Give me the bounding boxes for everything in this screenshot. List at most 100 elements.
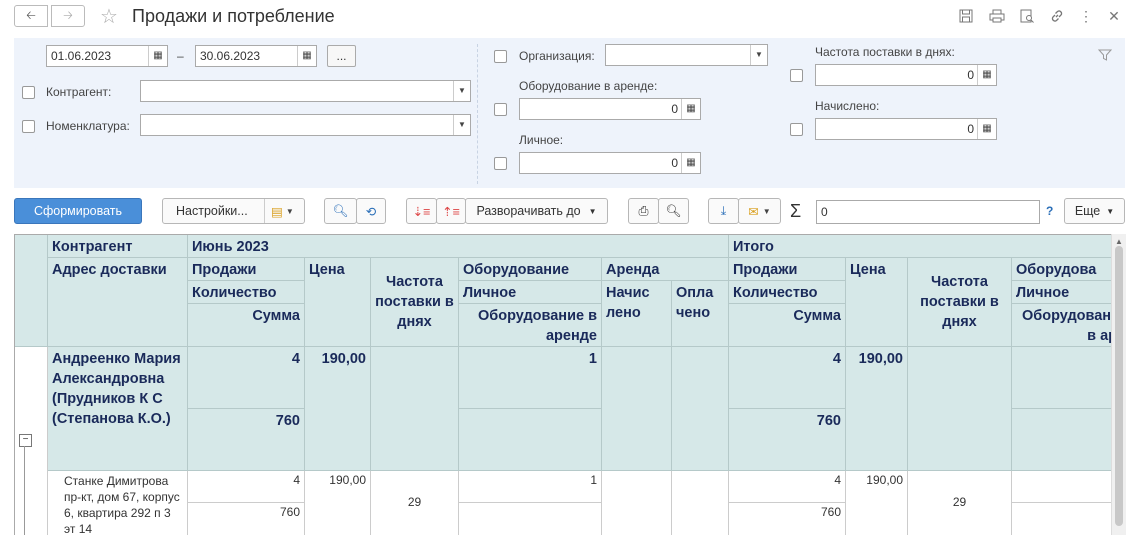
favorite-star-icon[interactable]: ☆ — [100, 4, 118, 29]
group-itogo-price: 190,00 — [846, 347, 908, 471]
group-chastota — [371, 347, 459, 471]
chevron-down-icon[interactable]: ▼ — [453, 81, 470, 101]
col-lichnoe: Личное — [459, 281, 602, 304]
row-itogo-qty: 4 — [729, 471, 846, 503]
vertical-scrollbar[interactable]: ▲ — [1111, 234, 1126, 535]
col-itogo-kolichestvo: Количество — [729, 281, 846, 304]
chastota-input[interactable]: 0 ▦ — [815, 64, 997, 86]
calendar-icon[interactable]: ▦ — [297, 46, 316, 66]
print-icon: ⎙ — [638, 203, 649, 218]
nomenklatura-input[interactable]: ▼ — [140, 114, 471, 136]
expand-to-label: Разворачивать до — [476, 204, 581, 218]
report-table[interactable]: Контрагент Адрес доставки Июнь 2023 Прод… — [14, 234, 1111, 535]
row-itogo-sum: 760 — [729, 503, 846, 535]
generate-button[interactable]: Сформировать — [14, 198, 142, 224]
group-itogo-oborud — [1012, 347, 1111, 409]
group-itogo-oborud-arenda — [1012, 409, 1111, 471]
variants-icon[interactable]: ▤ ▼ — [264, 199, 294, 223]
back-button[interactable]: 🡠 — [14, 5, 48, 27]
group-itogo-sum: 760 — [729, 409, 846, 471]
sort-asc-button[interactable]: ⇡≡ — [436, 198, 466, 224]
row-qty: 4 — [188, 471, 305, 503]
group-oborud: 1 — [459, 347, 602, 409]
col-itogo-prodazhi: Продажи — [729, 258, 846, 281]
preview-icon: 🔍︎ — [665, 203, 682, 218]
sort-desc-button[interactable]: ⇣≡ — [406, 198, 437, 224]
group-sum: 760 — [188, 409, 305, 471]
col-tsena: Цена — [305, 258, 371, 347]
calculator-icon[interactable]: ▦ — [977, 65, 996, 85]
col-itogo-oborudova: Оборудова — [1012, 258, 1111, 281]
col-nachisleno: Начис лено — [602, 281, 672, 347]
preview-icon[interactable] — [1019, 8, 1035, 24]
nomenklatura-checkbox[interactable] — [22, 120, 35, 133]
filter-icon[interactable] — [1097, 48, 1113, 65]
search-icon: 🔍︎ — [332, 203, 349, 218]
calculator-icon[interactable]: ▦ — [681, 99, 700, 119]
group-oborud-arenda — [459, 409, 602, 471]
link-icon[interactable] — [1049, 8, 1065, 24]
more-button[interactable]: Еще ▼ — [1064, 198, 1125, 224]
row-itogo-price: 190,00 — [846, 471, 908, 535]
col-june: Июнь 2023 — [188, 235, 729, 258]
email-button[interactable]: ✉ ▼ — [738, 198, 781, 224]
col-prodazhi: Продажи — [188, 258, 305, 281]
close-icon[interactable]: ✕ — [1106, 8, 1122, 24]
kontragent-input[interactable]: ▼ — [140, 80, 471, 102]
kontragent-checkbox[interactable] — [22, 86, 35, 99]
date-from-input[interactable]: 01.06.2023 ▦ — [46, 45, 168, 67]
search-refresh-button[interactable]: ⟲ — [356, 198, 386, 224]
date-separator: – — [177, 49, 184, 63]
print-button[interactable]: ⎙ — [628, 198, 659, 224]
row-address: Станке Димитрова пр-кт, дом 67, корпус 6… — [48, 471, 188, 535]
nachisleno-input[interactable]: 0 ▦ — [815, 118, 997, 140]
collapse-toggle-icon[interactable]: − — [19, 434, 32, 447]
col-itogo: Итого — [729, 235, 1111, 258]
calculator-icon[interactable]: ▦ — [977, 119, 996, 139]
date-to-input[interactable]: 30.06.2023 ▦ — [195, 45, 317, 67]
sort-asc-icon: ⇡≡ — [442, 204, 460, 219]
chevron-down-icon[interactable]: ▼ — [750, 45, 767, 65]
sum-field[interactable]: 0 — [816, 200, 1040, 224]
group-nachisleno — [602, 347, 672, 471]
settings-button[interactable]: Настройки... ▤ ▼ — [162, 198, 305, 224]
lichnoe-label: Личное: — [519, 133, 564, 147]
col-kolichestvo: Количество — [188, 281, 305, 304]
col-oplacheno: Опла чено — [672, 281, 729, 347]
lichnoe-input[interactable]: 0 ▦ — [519, 152, 701, 174]
organizatsiya-input[interactable]: ▼ — [605, 44, 768, 66]
col-itogo-chastota: Частота поставки в днях — [908, 258, 1012, 347]
lichnoe-checkbox[interactable] — [494, 157, 507, 170]
organizatsiya-checkbox[interactable] — [494, 50, 507, 63]
calculator-icon[interactable]: ▦ — [681, 153, 700, 173]
scrollbar-thumb[interactable] — [1115, 246, 1123, 526]
organizatsiya-label: Организация: — [519, 49, 595, 63]
group-qty: 4 — [188, 347, 305, 409]
row-itogo-oborud-arenda — [1012, 503, 1111, 535]
chastota-checkbox[interactable] — [790, 69, 803, 82]
expand-to-button[interactable]: Разворачивать до ▼ — [465, 198, 608, 224]
scroll-up-icon[interactable]: ▲ — [1115, 237, 1123, 246]
oborudovanie-input[interactable]: 0 ▦ — [519, 98, 701, 120]
col-itogo-oborud-arenda: Оборудование в ар — [1012, 304, 1111, 347]
col-kontragent: Контрагент — [48, 235, 188, 258]
nachisleno-checkbox[interactable] — [790, 123, 803, 136]
print-icon[interactable] — [989, 8, 1005, 24]
more-vertical-icon[interactable]: ⋮ — [1078, 8, 1094, 24]
period-select-button[interactable]: ... — [327, 45, 356, 67]
col-summa: Сумма — [188, 304, 305, 347]
chevron-down-icon[interactable]: ▼ — [453, 115, 470, 135]
save-icon[interactable] — [958, 8, 974, 24]
col-chastota: Частота поставки в днях — [371, 258, 459, 347]
print-preview-button[interactable]: 🔍︎ — [658, 198, 689, 224]
search-button[interactable]: 🔍︎ — [324, 198, 357, 224]
oborudovanie-checkbox[interactable] — [494, 103, 507, 116]
sum-icon: Σ — [790, 201, 802, 221]
header-text-part: Оборудование — [1022, 308, 1111, 324]
col-arenda: Аренда — [602, 258, 729, 281]
forward-button[interactable]: 🡢 — [51, 5, 85, 27]
help-icon[interactable]: ? — [1046, 204, 1053, 218]
download-button[interactable]: ⤓ — [708, 198, 739, 224]
calendar-icon[interactable]: ▦ — [148, 46, 167, 66]
col-address: Адрес доставки — [48, 258, 188, 347]
